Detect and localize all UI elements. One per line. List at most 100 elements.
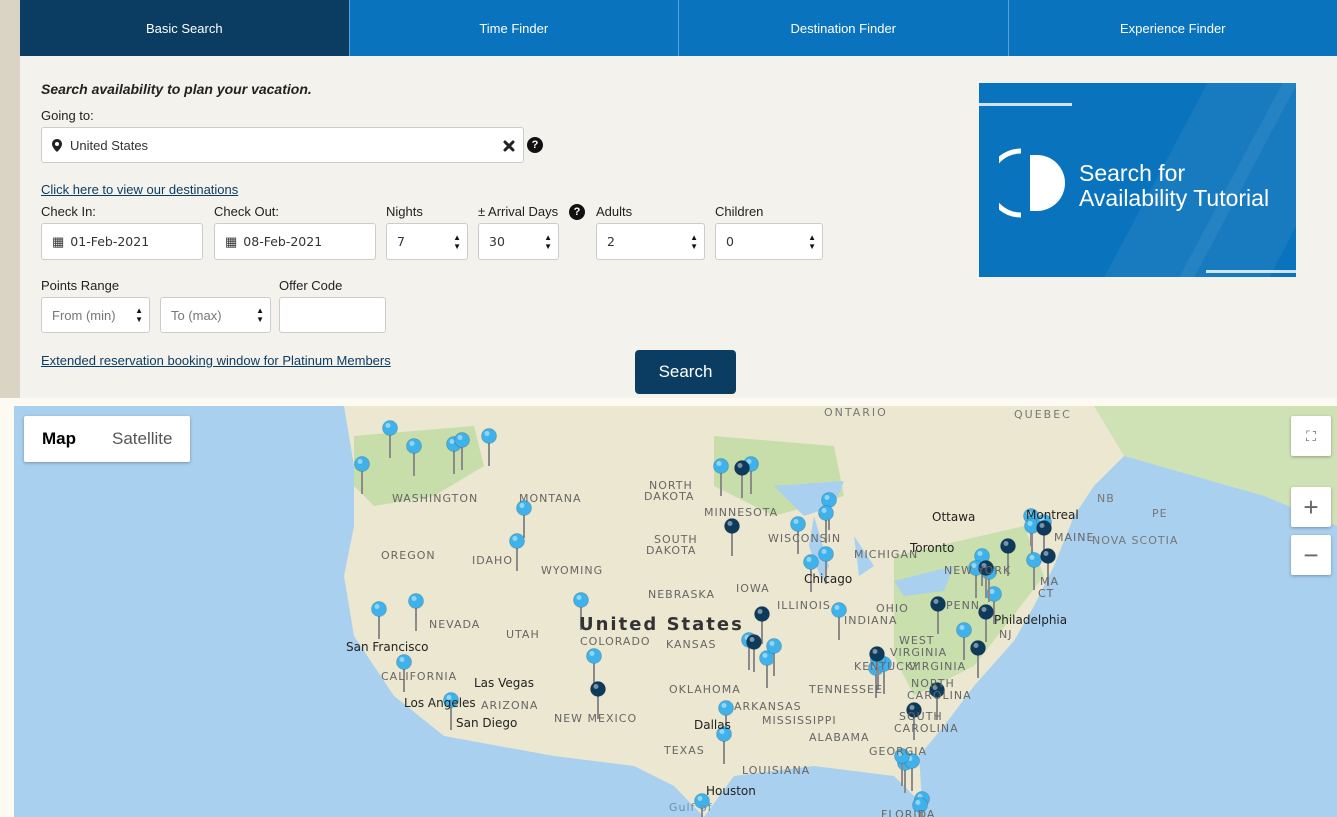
- tab-basic-search[interactable]: Basic Search: [20, 0, 350, 56]
- map-type-map-button[interactable]: Map: [24, 416, 94, 462]
- map-label-georgia: GEORGIA: [869, 745, 928, 758]
- nights-value: 7: [397, 234, 405, 249]
- map-label-idaho: IDAHO: [472, 554, 513, 567]
- fullscreen-icon: ⛶: [1306, 427, 1316, 444]
- map-label-new-york: NEW YORK: [944, 564, 1012, 577]
- map-label-san-francisco: San Francisco: [346, 640, 429, 654]
- map-label-arizona: ARIZONA: [481, 699, 539, 712]
- search-tabs: Basic Search Time Finder Destination Fin…: [20, 0, 1337, 56]
- map-label-toronto: Toronto: [910, 541, 955, 555]
- map-label-south-dakota-2: DAKOTA: [646, 544, 697, 557]
- check-in-input[interactable]: ▦ 01-Feb-2021: [41, 223, 203, 260]
- map-label-south-carolina-2: CAROLINA: [894, 722, 959, 735]
- calendar-icon: ▦: [225, 233, 238, 249]
- map-label-mississippi: MISSISSIPPI: [762, 714, 837, 727]
- map-type-satellite-button[interactable]: Satellite: [94, 416, 190, 462]
- map-label-united-states: United States: [579, 614, 744, 635]
- question-icon[interactable]: ?: [527, 137, 543, 153]
- map-label-san-diego: San Diego: [456, 716, 518, 730]
- points-from-placeholder: From (min): [52, 307, 116, 323]
- left-edge-bar: [0, 0, 20, 398]
- clear-icon[interactable]: [503, 140, 515, 152]
- banner-line-1: Search for: [1079, 160, 1186, 186]
- map-label-nova-scotia: NOVA SCOTIA: [1092, 534, 1179, 547]
- map-label-nb: NB: [1097, 492, 1115, 505]
- stepper-arrows-icon[interactable]: ▲ ▼: [135, 306, 143, 324]
- map-label-chicago: Chicago: [804, 572, 853, 586]
- map[interactable]: ONTARIO QUEBEC WASHINGTON MONTANA NORTH DAKOT…: [14, 406, 1337, 817]
- destination-value: United States: [70, 137, 149, 153]
- offer-code-input[interactable]: [279, 297, 386, 333]
- points-from-input[interactable]: From (min) ▲ ▼: [41, 297, 150, 333]
- points-to-input[interactable]: To (max) ▲ ▼: [160, 297, 271, 333]
- map-label-wisconsin: WISCONSIN: [768, 532, 842, 545]
- map-label-california: CALIFORNIA: [381, 670, 458, 683]
- map-label-houston: Houston: [706, 784, 756, 798]
- view-destinations-link[interactable]: Click here to view our destinations: [41, 182, 238, 197]
- map-type-toggle: Map Satellite: [24, 416, 191, 462]
- map-label-wyoming: WYOMING: [541, 564, 604, 577]
- map-label-tennessee: TENNESSEE: [809, 683, 883, 696]
- map-label-nj: NJ: [999, 628, 1013, 641]
- stepper-arrows-icon[interactable]: ▲ ▼: [808, 233, 816, 251]
- zoom-out-button[interactable]: −: [1291, 535, 1331, 575]
- map-label-indiana: INDIANA: [844, 614, 898, 627]
- map-label-west-virginia-2: VIRGINIA: [890, 646, 948, 659]
- check-out-label: Check Out:: [214, 204, 280, 219]
- map-label-iowa: IOWA: [736, 582, 770, 595]
- tab-destination-finder[interactable]: Destination Finder: [679, 0, 1009, 56]
- map-label-oklahoma: OKLAHOMA: [669, 683, 741, 696]
- search-button[interactable]: Search: [635, 350, 736, 394]
- map-label-utah: UTAH: [506, 628, 540, 641]
- fullscreen-button[interactable]: ⛶: [1291, 416, 1331, 456]
- map-label-penn: PENN: [946, 599, 981, 612]
- tutorial-banner[interactable]: Search for Availability Tutorial: [979, 83, 1296, 277]
- zoom-in-button[interactable]: +: [1291, 487, 1331, 527]
- question-icon[interactable]: ?: [569, 204, 585, 220]
- map-label-kansas: KANSAS: [666, 638, 717, 651]
- map-label-florida: FLORIDA: [881, 808, 936, 817]
- destination-input[interactable]: United States: [41, 127, 524, 163]
- adults-stepper[interactable]: 2 ▲ ▼: [596, 223, 705, 260]
- tab-experience-finder[interactable]: Experience Finder: [1009, 0, 1337, 56]
- map-label-montreal: Montreal: [1026, 508, 1079, 522]
- map-label-nevada: NEVADA: [429, 618, 481, 631]
- map-label-minnesota: MINNESOTA: [704, 506, 779, 519]
- banner-line-2: Availability Tutorial: [1079, 185, 1270, 211]
- nights-label: Nights: [386, 204, 423, 219]
- banner-title: Search for Availability Tutorial: [1079, 161, 1269, 211]
- map-label-dallas: Dallas: [694, 718, 731, 732]
- banner-line: [1206, 270, 1296, 273]
- tab-time-finder[interactable]: Time Finder: [350, 0, 679, 56]
- offer-code-label: Offer Code: [279, 278, 343, 293]
- extended-booking-link[interactable]: Extended reservation booking window for …: [41, 353, 391, 368]
- stepper-arrows-icon[interactable]: ▲ ▼: [453, 233, 461, 251]
- arrival-days-stepper[interactable]: 30 ▲ ▼: [478, 223, 559, 260]
- search-panel: Search availability to plan your vacatio…: [20, 56, 1337, 398]
- arrival-days-value: 30: [489, 234, 505, 249]
- search-intro: Search availability to plan your vacatio…: [41, 81, 312, 97]
- going-to-label: Going to:: [41, 108, 94, 123]
- map-label-ct: CT: [1038, 587, 1055, 600]
- nights-stepper[interactable]: 7 ▲ ▼: [386, 223, 468, 260]
- stepper-arrows-icon[interactable]: ▲ ▼: [544, 233, 552, 251]
- check-out-input[interactable]: ▦ 08-Feb-2021: [214, 223, 376, 260]
- banner-line: [979, 103, 1072, 106]
- adults-label: Adults: [596, 204, 633, 219]
- check-in-label: Check In:: [41, 204, 96, 219]
- map-label-las-vegas: Las Vegas: [474, 676, 534, 690]
- stepper-arrows-icon[interactable]: ▲ ▼: [690, 233, 698, 251]
- map-label-north-carolina-2: CAROLINA: [907, 689, 972, 702]
- points-range-label: Points Range: [41, 278, 120, 293]
- map-label-oregon: OREGON: [381, 549, 436, 562]
- map-label-colorado: COLORADO: [580, 635, 651, 648]
- map-label-north-dakota-2: DAKOTA: [644, 490, 695, 503]
- map-label-philadelphia: Philadelphia: [994, 613, 1068, 627]
- map-label-washington: WASHINGTON: [392, 492, 479, 505]
- stepper-arrows-icon[interactable]: ▲ ▼: [256, 306, 264, 324]
- map-label-nebraska: NEBRASKA: [648, 588, 715, 601]
- check-in-value: 01-Feb-2021: [70, 234, 150, 249]
- d-logo-icon: [999, 148, 1065, 218]
- children-stepper[interactable]: 0 ▲ ▼: [715, 223, 823, 260]
- map-label-ohio: OHIO: [876, 602, 909, 615]
